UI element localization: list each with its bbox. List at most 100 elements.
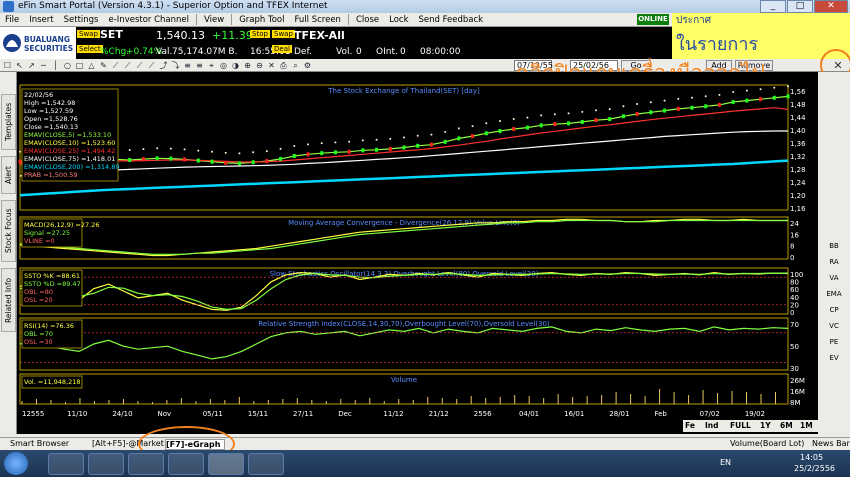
indicator-shortcut-pe[interactable]: PE xyxy=(818,338,850,346)
arrow-icon[interactable]: ↗ xyxy=(27,61,36,70)
paint-taskbar-icon[interactable] xyxy=(248,453,284,475)
zoom-in-icon[interactable]: ⊕ xyxy=(243,61,252,70)
close-window-button[interactable]: ✕ xyxy=(814,0,848,13)
clock-date[interactable]: 25/2/2556 xyxy=(794,464,835,473)
settings-icon[interactable]: ⚙ xyxy=(303,61,312,70)
pointer-icon[interactable]: ↖ xyxy=(15,61,24,70)
indicator-shortcut-vc[interactable]: VC xyxy=(818,322,850,330)
tab-stock-focus[interactable]: Stock Focus xyxy=(1,200,16,262)
y-tick-label: 70 xyxy=(790,321,799,329)
channel-icon[interactable]: ⟋ xyxy=(123,61,132,70)
date-tick-label: 04/01 xyxy=(519,410,539,418)
select-icon[interactable]: ☐ xyxy=(3,61,12,70)
tab-alert[interactable]: Alert xyxy=(1,156,16,194)
circle-icon[interactable]: ○ xyxy=(63,61,72,70)
fib-icon[interactable]: ⟋ xyxy=(135,61,144,70)
legend-entry: OBL =80 xyxy=(24,288,53,296)
tab-templates[interactable]: Templates xyxy=(1,94,16,150)
vline-icon[interactable]: │ xyxy=(51,61,60,70)
indicator-shortcut-ev[interactable]: EV xyxy=(818,354,850,362)
right-indicator-panel: BB RA VA EMA CP VC PE EV xyxy=(818,72,850,434)
color-icon[interactable]: ◑ xyxy=(231,61,240,70)
crosshair-icon[interactable]: ⌖ xyxy=(207,61,216,70)
chrome-taskbar-icon[interactable] xyxy=(168,453,204,475)
rect-icon[interactable]: □ xyxy=(75,61,84,70)
menu-item-e-investor-channel[interactable]: e-Investor Channel xyxy=(104,15,195,25)
deal-button[interactable]: Deal xyxy=(272,45,292,53)
indicator-shortcut-ra[interactable]: RA xyxy=(818,258,850,266)
menu-item-send-feedback[interactable]: Send Feedback xyxy=(414,15,489,25)
triangle-icon[interactable]: △ xyxy=(87,61,96,70)
list-icon[interactable]: ≡ xyxy=(183,61,192,70)
chart-svg[interactable]: The Stock Exchange of Thailand(SET) [day… xyxy=(18,72,818,420)
pen-icon[interactable]: ✎ xyxy=(99,61,108,70)
date-tick-label: 07/02 xyxy=(700,410,720,418)
range-button-1y[interactable]: 1Y xyxy=(760,421,771,430)
sar-dot xyxy=(704,95,707,98)
menu-item-file[interactable]: File xyxy=(0,15,24,25)
range-button-full[interactable]: FULL xyxy=(730,421,751,430)
menu-item-view[interactable]: View xyxy=(199,15,229,25)
zoom-out-icon[interactable]: ⊖ xyxy=(255,61,264,70)
undo-icon[interactable]: ⤴ xyxy=(159,61,168,70)
candle-mark xyxy=(457,136,461,141)
target-icon[interactable]: ◎ xyxy=(219,61,228,70)
tab-related-info[interactable]: Related Info xyxy=(1,268,16,332)
legend-entry: PRAB =1,500.59 xyxy=(24,171,78,179)
ie-taskbar-icon[interactable] xyxy=(48,453,84,475)
sar-dot xyxy=(649,101,652,104)
legend-entry: SSTO %K =88.61 xyxy=(24,272,80,280)
maximize-button[interactable]: □ xyxy=(787,0,813,13)
menu-item-full-screen[interactable]: Full Screen xyxy=(289,15,345,25)
range-button-fe[interactable]: Fe xyxy=(685,421,695,430)
candle-mark xyxy=(128,158,132,162)
chart-area[interactable]: The Stock Exchange of Thailand(SET) [day… xyxy=(18,72,818,420)
value-label: Val. xyxy=(156,47,173,57)
logo-line2: SECURITIES xyxy=(24,44,74,53)
candle-mark xyxy=(18,159,22,164)
search-icon[interactable]: ⌕ xyxy=(291,61,300,70)
range-button-1m[interactable]: 1M xyxy=(800,421,813,430)
language-indicator[interactable]: EN xyxy=(720,458,731,467)
close-toolbar-icon[interactable]: ✕ xyxy=(832,60,844,72)
ad-banner[interactable]: ประกาศ ในรายการ xyxy=(672,13,850,59)
date-tick-label: 05/11 xyxy=(203,410,223,418)
redo-icon[interactable]: ⤵ xyxy=(171,61,180,70)
delete-icon[interactable]: ✕ xyxy=(267,61,276,70)
swap-button[interactable]: Swap xyxy=(77,30,100,38)
candle-mark xyxy=(361,148,365,153)
stop-button[interactable]: Stop xyxy=(250,30,270,38)
sar-dot xyxy=(334,141,337,144)
news-bar-button[interactable]: News Bar xyxy=(812,439,850,450)
efin-taskbar-icon[interactable] xyxy=(208,453,244,475)
menu-item-lock[interactable]: Lock xyxy=(384,15,413,25)
trend-line-icon[interactable]: ⟋ xyxy=(111,61,120,70)
range-button-ind[interactable]: Ind xyxy=(705,421,719,430)
menu-item-close[interactable]: Close xyxy=(351,15,384,25)
explorer-taskbar-icon[interactable] xyxy=(88,453,124,475)
indicator-shortcut-ema[interactable]: EMA xyxy=(818,290,850,298)
minimize-button[interactable]: _ xyxy=(760,0,786,13)
sar-dot xyxy=(416,134,419,137)
start-button-icon[interactable] xyxy=(4,452,28,475)
sar-dot xyxy=(279,147,282,150)
indicator-shortcut-cp[interactable]: CP xyxy=(818,306,850,314)
hline-icon[interactable]: ─ xyxy=(39,61,48,70)
grid-icon[interactable]: ≡ xyxy=(195,61,204,70)
select-button[interactable]: Select xyxy=(77,45,103,53)
gann-icon[interactable]: ⟋ xyxy=(147,61,156,70)
tab-smart-browser[interactable]: Smart Browser xyxy=(10,439,80,450)
menu-item-insert[interactable]: Insert xyxy=(24,15,58,25)
media-taskbar-icon[interactable] xyxy=(128,453,164,475)
menu-item-graph-tool[interactable]: Graph Tool xyxy=(234,15,289,25)
indicator-shortcut-va[interactable]: VA xyxy=(818,274,850,282)
print-icon[interactable]: ⎙ xyxy=(279,61,288,70)
y-tick-label: 0 xyxy=(790,254,794,262)
menu-item-settings[interactable]: Settings xyxy=(59,15,104,25)
indicator-shortcut-bb[interactable]: BB xyxy=(818,242,850,250)
swap-button-2[interactable]: Swap xyxy=(272,30,295,38)
clock-time[interactable]: 14:05 xyxy=(800,453,823,462)
sar-dot xyxy=(691,96,693,99)
sar-dot xyxy=(238,152,241,155)
range-button-6m[interactable]: 6M xyxy=(780,421,793,430)
